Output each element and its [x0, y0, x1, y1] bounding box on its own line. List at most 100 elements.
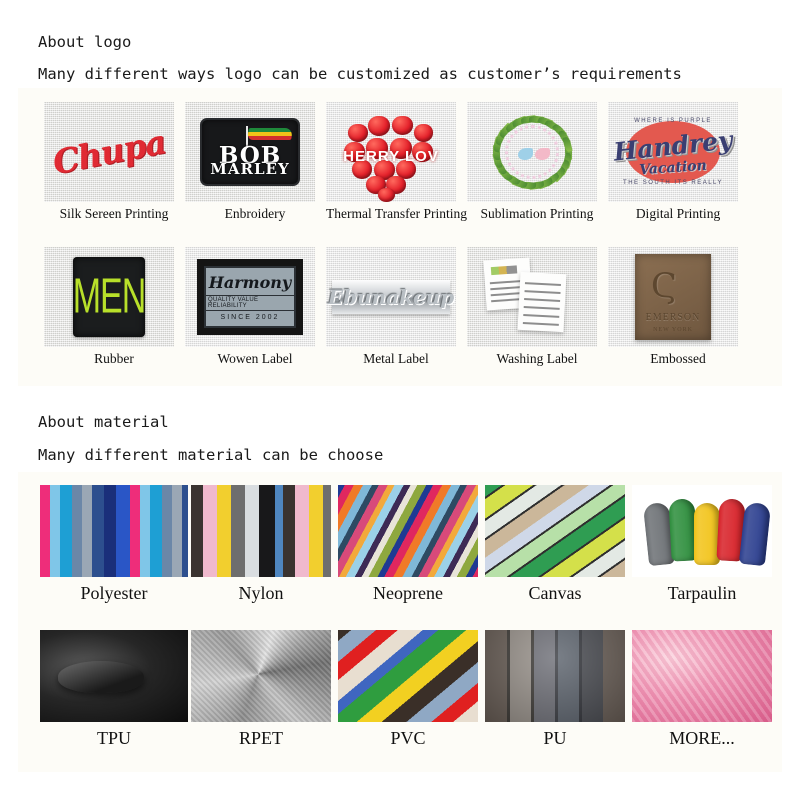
material-thumb-rpet — [191, 630, 331, 722]
woven-tagline-text: QUALITY VALUE RELIABILITY — [206, 295, 294, 311]
logo-item-embroidery[interactable]: BOB MARLEY Enbroidery — [185, 102, 325, 221]
material-item-nylon[interactable]: Nylon — [191, 485, 331, 603]
woven-label: Harmony QUALITY VALUE RELIABILITY SINCE … — [197, 259, 303, 335]
embossed-brand-text: EMERSON — [645, 312, 701, 323]
neoprene-swatch — [338, 485, 478, 577]
material-caption: RPET — [238, 728, 283, 748]
nylon-swatch — [191, 485, 331, 577]
logo-thumb-silk-screen: Chupa — [44, 102, 174, 202]
about-logo-subtitle: Many different ways logo can be customiz… — [38, 65, 682, 83]
material-caption: Polyester — [80, 583, 148, 603]
logo-thumb-digital: WHERE IS PURPLE Handrey Vacation THE SOU… — [608, 102, 738, 202]
product-catalog-page: About logo Many different ways logo can … — [0, 0, 800, 800]
material-thumb-pvc — [338, 630, 478, 722]
about-material-title: About material — [38, 413, 169, 431]
logo-thumb-embossed: Ϛ EMERSON NEW YORK — [608, 247, 738, 347]
logo-thumb-woven: Harmony QUALITY VALUE RELIABILITY SINCE … — [185, 247, 315, 347]
material-caption: MORE... — [669, 728, 735, 748]
tarpaulin-swatch — [632, 485, 772, 577]
logo-item-silk-screen-printing[interactable]: Chupa Silk Sereen Printing — [44, 102, 184, 221]
material-thumb-neoprene — [338, 485, 478, 577]
logo-caption: Wowen Label — [217, 351, 293, 366]
logo-caption: Rubber — [94, 351, 134, 366]
care-label-back — [517, 271, 567, 333]
heart-overlay-text: HERRY LOV — [343, 148, 439, 165]
logo-caption: Enbroidery — [224, 206, 286, 221]
material-caption: TPU — [96, 728, 131, 748]
material-thumb-tpu — [40, 630, 188, 722]
logo-caption: Washing Label — [496, 351, 578, 366]
logo-item-embossed[interactable]: Ϛ EMERSON NEW YORK Embossed — [608, 247, 748, 366]
wreath-leaf-icon — [562, 136, 573, 153]
logo-thumb-sublimation — [467, 102, 597, 202]
embossed-sub-text: NEW YORK — [653, 327, 693, 333]
about-logo-title: About logo — [38, 33, 132, 51]
logo-caption: Thermal Transfer Printing — [326, 206, 467, 221]
tarpaulin-roll — [738, 501, 772, 567]
patch-text-bottom: MARLEY — [210, 159, 290, 178]
material-item-rpet[interactable]: RPET — [191, 630, 331, 748]
material-caption: Canvas — [528, 583, 582, 603]
logo-item-metal-label[interactable]: Ebunakeup Metal Label — [326, 247, 466, 366]
material-thumb-polyester — [40, 485, 188, 577]
material-caption: PU — [543, 728, 567, 748]
logo-thumb-embroidery: BOB MARLEY — [185, 102, 315, 202]
material-thumb-canvas — [485, 485, 625, 577]
logo-item-rubber[interactable]: MEN Rubber — [44, 247, 184, 366]
embossed-leather-patch: Ϛ EMERSON NEW YORK — [635, 254, 711, 340]
rpet-swatch — [191, 630, 331, 722]
logo-item-washing-label[interactable]: Washing Label — [467, 247, 607, 366]
metal-label-text: Ebunakeup — [327, 285, 455, 309]
material-item-pu[interactable]: PU — [485, 630, 625, 748]
material-item-neoprene[interactable]: Neoprene — [338, 485, 478, 603]
pu-swatch — [485, 630, 625, 722]
leaf-wreath-icon — [467, 102, 597, 202]
canvas-swatch — [485, 485, 625, 577]
material-thumb-more — [632, 630, 772, 722]
care-label-logo-icon — [490, 265, 518, 276]
about-material-subtitle: Many different material can be choose — [38, 446, 384, 464]
logo-caption: Digital Printing — [635, 206, 721, 221]
material-item-tpu[interactable]: TPU — [40, 630, 188, 748]
material-item-more[interactable]: MORE... — [632, 630, 772, 748]
logo-item-woven-label[interactable]: Harmony QUALITY VALUE RELIABILITY SINCE … — [185, 247, 325, 366]
material-caption: Nylon — [238, 583, 284, 603]
logo-item-thermal-transfer-printing[interactable]: HERRY LOV Thermal Transfer Printing — [326, 102, 467, 221]
woven-since-text: SINCE 2002 — [220, 314, 280, 321]
rubber-patch-text: MEN — [72, 268, 147, 324]
more-fur-swatch — [632, 630, 772, 722]
rasta-flag-icon — [247, 128, 293, 141]
material-caption: Tarpaulin — [667, 583, 737, 603]
rubber-patch: MEN — [72, 257, 147, 337]
logo-caption: Metal Label — [363, 351, 429, 366]
embossed-monogram-icon: Ϛ — [651, 266, 678, 306]
logo-thumb-thermal: HERRY LOV — [326, 102, 456, 202]
material-item-canvas[interactable]: Canvas — [485, 485, 625, 603]
woven-label-inner: Harmony QUALITY VALUE RELIABILITY SINCE … — [204, 266, 296, 328]
logo-item-sublimation-printing[interactable]: Sublimation Printing — [467, 102, 607, 221]
material-item-tarpaulin[interactable]: Tarpaulin — [632, 485, 772, 603]
material-caption: PVC — [390, 728, 426, 748]
logo-caption: Sublimation Printing — [480, 206, 594, 221]
bob-marley-patch: BOB MARLEY — [200, 118, 300, 186]
blue-bird-icon — [517, 148, 533, 160]
material-panel: Polyester Nylon Neoprene Canvas Tarpauli — [18, 472, 782, 772]
material-thumb-tarpaulin — [632, 485, 772, 577]
logo-panel: Chupa Silk Sereen Printing BOB MARLEY En… — [18, 88, 782, 386]
material-thumb-pu — [485, 630, 625, 722]
polyester-swatch — [40, 485, 188, 577]
logo-thumb-rubber: MEN — [44, 247, 174, 347]
logo-thumb-metal: Ebunakeup — [326, 247, 456, 347]
material-thumb-nylon — [191, 485, 331, 577]
logo-arc-top-text: WHERE IS PURPLE — [634, 118, 712, 124]
pvc-swatch — [338, 630, 478, 722]
tpu-swatch — [40, 630, 188, 722]
logo-thumb-washing — [467, 247, 597, 347]
logo-item-digital-printing[interactable]: WHERE IS PURPLE Handrey Vacation THE SOU… — [608, 102, 748, 221]
logo-caption: Embossed — [650, 351, 706, 366]
material-item-polyester[interactable]: Polyester — [40, 485, 188, 603]
material-item-pvc[interactable]: PVC — [338, 630, 478, 748]
logo-arc-bottom-text: THE SOUTH ITS REALLY — [623, 180, 723, 186]
pink-bird-icon — [534, 148, 550, 160]
woven-brand-text: Harmony — [208, 273, 292, 292]
